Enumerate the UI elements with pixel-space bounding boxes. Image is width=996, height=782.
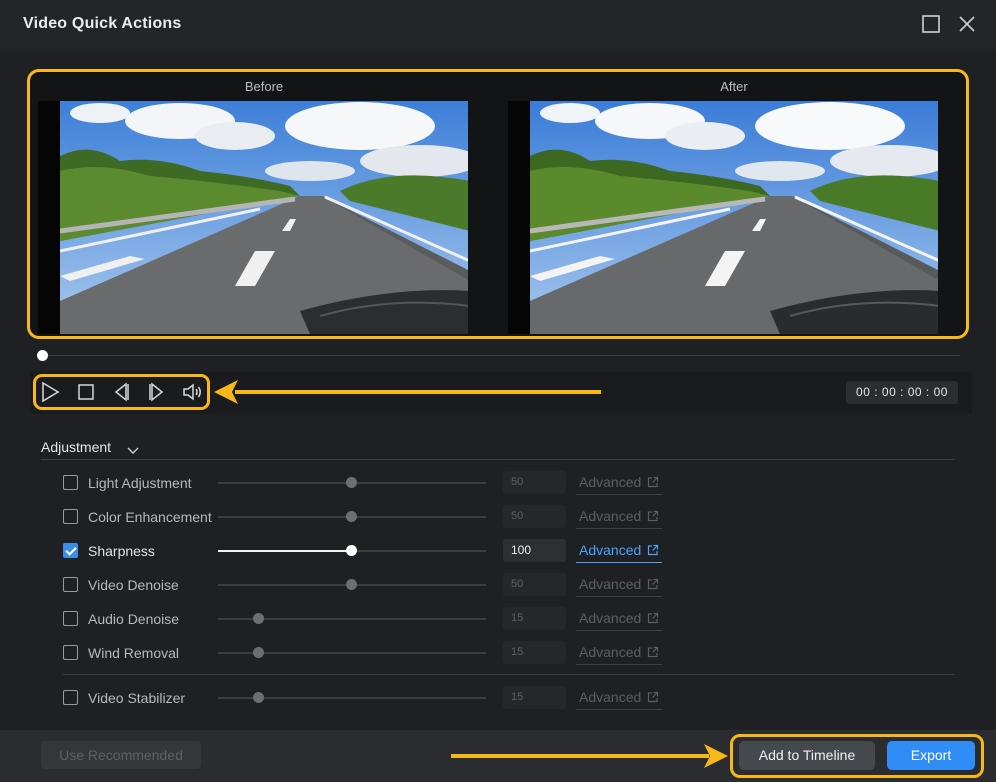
slider-fill xyxy=(218,482,352,484)
slider-handle[interactable] xyxy=(346,477,357,488)
add-to-timeline-button[interactable]: Add to Timeline xyxy=(739,741,875,770)
checkbox[interactable] xyxy=(63,611,78,626)
advanced-link[interactable]: Advanced xyxy=(576,470,662,495)
external-link-icon xyxy=(647,612,659,624)
row-label: Video Denoise xyxy=(88,577,179,593)
advanced-label: Advanced xyxy=(579,542,642,558)
checkbox[interactable] xyxy=(63,509,78,524)
slider-fill xyxy=(218,697,258,699)
adjustment-header[interactable]: Adjustment xyxy=(41,439,111,455)
advanced-link[interactable]: Advanced xyxy=(576,572,662,597)
row-label: Audio Denoise xyxy=(88,611,180,627)
volume-icon[interactable] xyxy=(182,381,204,403)
preview-panel: Before After xyxy=(27,69,969,339)
advanced-link[interactable]: Advanced xyxy=(576,685,662,710)
row-label: Wind Removal xyxy=(88,645,180,661)
slider-handle[interactable] xyxy=(253,647,264,658)
value-input[interactable]: 50 xyxy=(503,471,566,494)
row-label: Color Enhancement xyxy=(88,509,212,525)
advanced-label: Advanced xyxy=(579,508,642,524)
after-frame-image xyxy=(530,101,938,334)
timeline-scrubber-track[interactable] xyxy=(42,355,960,356)
maximize-icon[interactable] xyxy=(921,14,941,34)
close-icon[interactable] xyxy=(957,14,977,34)
external-link-icon xyxy=(647,691,659,703)
slider-handle[interactable] xyxy=(253,613,264,624)
row-label: Light Adjustment xyxy=(88,475,192,491)
slider-fill xyxy=(218,618,258,620)
value-input[interactable]: 50 xyxy=(503,573,566,596)
slider-fill xyxy=(218,584,352,586)
row-label: Video Stabilizer xyxy=(88,690,186,706)
advanced-link[interactable]: Advanced xyxy=(576,640,662,665)
adjustment-row-video-stabilizer: Video Stabilizer 15 Advanced xyxy=(0,685,996,711)
slider-handle[interactable] xyxy=(346,545,357,556)
advanced-label: Advanced xyxy=(579,610,642,626)
stop-icon[interactable] xyxy=(75,381,97,403)
advanced-link[interactable]: Advanced xyxy=(576,606,662,631)
value-input[interactable]: 15 xyxy=(503,607,566,630)
annotation-arrowhead-controls xyxy=(214,380,238,404)
after-video xyxy=(508,101,938,334)
adjustment-row-audio-denoise: Audio Denoise 15 Advanced xyxy=(0,606,996,632)
external-link-icon xyxy=(647,578,659,590)
adjustment-row-sharpness: Sharpness 100 Advanced xyxy=(0,538,996,564)
external-link-icon xyxy=(647,646,659,658)
advanced-link[interactable]: Advanced xyxy=(576,504,662,529)
slider-fill xyxy=(218,516,352,518)
annotation-arrowhead-footer xyxy=(704,744,728,768)
slider-fill xyxy=(218,550,352,552)
row-label: Sharpness xyxy=(88,543,155,559)
adjustment-row-video-denoise: Video Denoise 50 Advanced xyxy=(0,572,996,598)
value-input[interactable]: 15 xyxy=(503,686,566,709)
next-frame-icon[interactable] xyxy=(146,381,168,403)
value-input[interactable]: 50 xyxy=(503,505,566,528)
external-link-icon xyxy=(647,544,659,556)
advanced-label: Advanced xyxy=(579,474,642,490)
adjustment-row-wind-removal: Wind Removal 15 Advanced xyxy=(0,640,996,666)
external-link-icon xyxy=(647,476,659,488)
before-video xyxy=(38,101,468,334)
checkbox[interactable] xyxy=(63,543,78,558)
adjustment-row-light-adjustment: Light Adjustment 50 Advanced xyxy=(0,470,996,496)
title-bar: Video Quick Actions xyxy=(0,0,996,50)
slider-fill xyxy=(218,652,258,654)
use-recommended-button[interactable]: Use Recommended xyxy=(41,741,201,769)
annotation-arrow-footer xyxy=(451,754,709,758)
timecode-display: 00 : 00 : 00 : 00 xyxy=(846,381,958,404)
adjustment-row-color-enhancement: Color Enhancement 50 Advanced xyxy=(0,504,996,530)
after-label: After xyxy=(720,79,748,94)
advanced-link[interactable]: Advanced xyxy=(576,538,662,563)
slider-handle[interactable] xyxy=(346,579,357,590)
advanced-label: Advanced xyxy=(579,689,642,705)
window-title: Video Quick Actions xyxy=(23,15,182,32)
section-divider xyxy=(63,674,955,675)
slider-handle[interactable] xyxy=(346,511,357,522)
external-link-icon xyxy=(647,510,659,522)
adjustment-divider xyxy=(41,459,955,460)
value-input[interactable]: 15 xyxy=(503,641,566,664)
chevron-down-icon[interactable] xyxy=(127,442,139,454)
annotation-arrow-controls xyxy=(235,390,601,394)
before-frame-image xyxy=(60,101,468,334)
export-button[interactable]: Export xyxy=(887,741,975,770)
value-input[interactable]: 100 xyxy=(503,539,566,562)
checkbox[interactable] xyxy=(63,690,78,705)
slider-handle[interactable] xyxy=(253,692,264,703)
checkbox[interactable] xyxy=(63,577,78,592)
advanced-label: Advanced xyxy=(579,576,642,592)
previous-frame-icon[interactable] xyxy=(110,381,132,403)
checkbox[interactable] xyxy=(63,645,78,660)
play-icon[interactable] xyxy=(39,381,61,403)
before-label: Before xyxy=(244,79,284,94)
timeline-scrubber-handle[interactable] xyxy=(37,350,48,361)
advanced-label: Advanced xyxy=(579,644,642,660)
checkbox[interactable] xyxy=(63,475,78,490)
